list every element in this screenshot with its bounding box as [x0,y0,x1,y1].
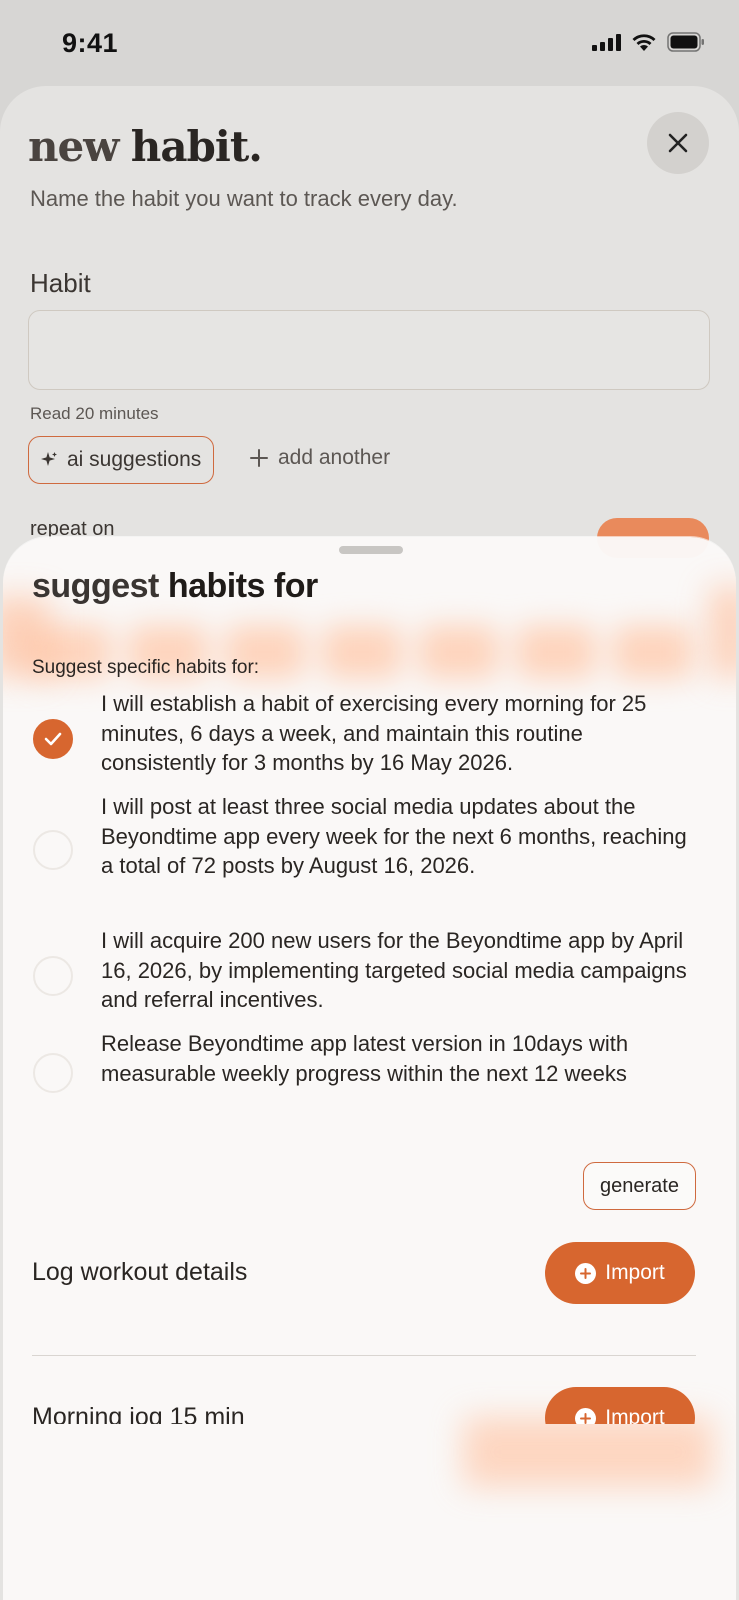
suggestion-radio-selected[interactable] [33,719,73,759]
suggestion-text: I will acquire 200 new users for the Bey… [101,928,687,1012]
suggestion-text: Release Beyondtime app latest version in… [101,1031,629,1086]
add-another-label: add another [278,446,391,469]
sheet-title-light: suggest [32,567,159,605]
import-row: Morning jog 15 min Import [3,1387,736,1424]
background-glow-right [710,587,736,677]
cellular-signal-icon [592,33,621,51]
page-title: new habit. [28,122,263,171]
import-row-clip: Morning jog 15 min Import [3,1387,736,1424]
suggestion-option[interactable]: I will acquire 200 new users for the Bey… [3,926,736,1016]
page-subtitle: Name the habit you want to track every d… [30,186,458,211]
suggestion-text: I will post at least three social media … [101,794,687,878]
ai-suggestions-button[interactable]: ai suggestions [28,436,215,484]
suggestion-radio[interactable] [33,956,73,996]
close-button[interactable] [647,112,709,174]
generate-button[interactable]: generate [583,1162,696,1210]
import-button[interactable]: Import [545,1242,695,1304]
divider [32,1355,696,1356]
sparkle-icon [41,452,57,466]
suggestion-text: I will establish a habit of exercising e… [101,691,647,775]
status-icons [592,32,705,52]
import-button[interactable]: Import [545,1387,695,1424]
close-icon [668,133,688,153]
plus-circle-icon [575,1407,597,1424]
suggestion-option[interactable]: Release Beyondtime app latest version in… [3,1029,736,1119]
ai-suggestions-label: ai suggestions [67,448,202,471]
page-title-light: new [28,122,119,171]
sheet-title-bold: habits for [167,567,318,605]
import-row-title: Morning jog 15 min [32,1403,245,1424]
habit-input[interactable] [28,310,710,390]
suggest-habits-sheet: suggest habits for Suggest specific habi… [3,537,736,1600]
sheet-grabber[interactable] [339,546,403,554]
habit-field-label: Habit [30,268,91,298]
suggestion-radio[interactable] [33,1053,73,1093]
background-glow-bottom [463,1417,713,1487]
sheet-title: suggest habits for [32,567,318,606]
import-row-title: Log workout details [32,1258,248,1286]
import-button-label: Import [605,1261,665,1284]
plus-icon [250,449,268,467]
habit-hint: Read 20 minutes [30,404,159,423]
suggestion-option[interactable]: I will post at least three social media … [3,792,736,912]
status-bar: 9:41 [0,0,739,86]
check-icon [44,732,62,746]
import-row: Log workout details Import [3,1242,736,1304]
page-title-bold: habit. [130,122,263,171]
suggestion-radio[interactable] [33,830,73,870]
status-time: 9:41 [62,28,119,58]
suggestion-option[interactable]: I will establish a habit of exercising e… [3,689,736,779]
import-button-label: Import [605,1406,665,1424]
suggest-prompt-label: Suggest specific habits for: [32,657,260,678]
wifi-icon [631,33,657,52]
battery-icon [667,32,705,52]
add-another-button[interactable]: add another [250,446,390,470]
plus-circle-icon [575,1262,597,1284]
